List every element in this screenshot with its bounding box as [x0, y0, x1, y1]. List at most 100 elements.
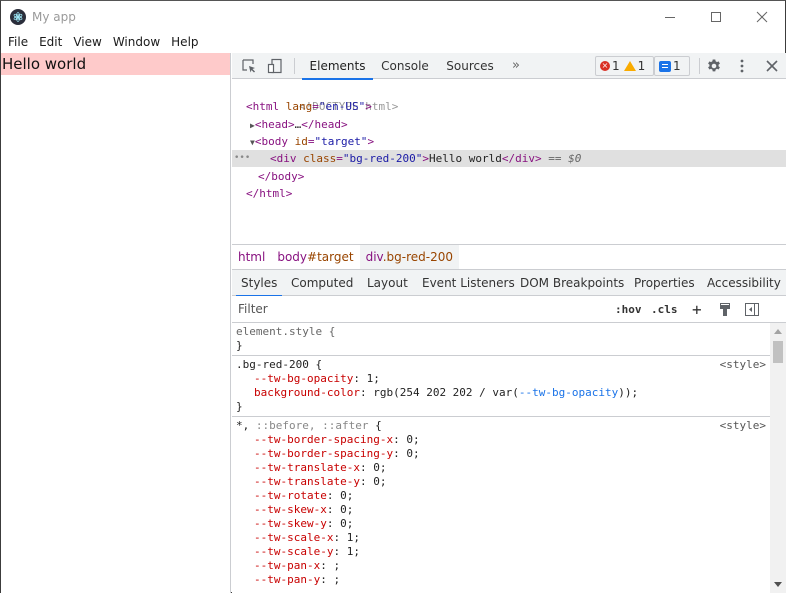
issues-counter[interactable]: × 1 1 [595, 56, 655, 76]
app-window: My app File Edit View Window Help Hello … [0, 0, 786, 593]
styles-filter-input[interactable] [234, 299, 604, 319]
css-declaration[interactable]: --tw-rotate: 0; [236, 489, 770, 503]
style-rule-universal[interactable]: <style> *, ::before, ::after { --tw-bord… [232, 417, 770, 589]
breadcrumb-body[interactable]: body#target [271, 245, 359, 269]
settings-button[interactable] [704, 53, 724, 79]
message-count: 1 [673, 59, 681, 73]
colon: : [359, 461, 367, 474]
rule-source-link[interactable]: <style> [720, 419, 766, 432]
page-viewport: Hello world [1, 53, 231, 593]
inspect-element-button[interactable] [239, 53, 259, 79]
tab-sources[interactable]: Sources [442, 53, 498, 79]
css-property[interactable]: --tw-bg-opacity [236, 372, 353, 385]
css-declaration[interactable]: --tw-translate-y: 0; [236, 475, 770, 489]
menu-view[interactable]: View [73, 35, 101, 49]
css-property[interactable]: --tw-skew-x [236, 503, 327, 516]
menu-file[interactable]: File [8, 35, 28, 49]
tree-node-head[interactable]: ▶<head>…</head> [232, 116, 786, 133]
new-style-rule-button[interactable]: + [692, 296, 702, 323]
css-declaration[interactable]: --tw-border-spacing-y: 0; [236, 447, 770, 461]
style-rule-bg-red-200[interactable]: <style> .bg-red-200 { --tw-bg-opacity: 1… [232, 356, 770, 417]
hover-state-toggle[interactable]: :hov [615, 296, 642, 323]
menu-help[interactable]: Help [171, 35, 198, 49]
breadcrumb-html[interactable]: html [232, 245, 271, 269]
tree-node-html[interactable]: <html lang="en-US"> [232, 98, 786, 115]
messages-counter[interactable]: 1 [654, 56, 690, 76]
css-property[interactable]: --tw-scale-x [236, 531, 333, 544]
css-declaration[interactable]: --tw-border-spacing-x: 0; [236, 433, 770, 447]
css-declaration[interactable]: --tw-pan-x: ; [236, 559, 770, 573]
css-property[interactable]: --tw-translate-y [236, 475, 360, 488]
css-declaration[interactable]: --tw-skew-y: 0; [236, 517, 770, 531]
subtab-properties[interactable]: Properties [634, 270, 695, 296]
close-devtools-button[interactable] [762, 53, 782, 79]
colon: : [393, 433, 400, 446]
css-declaration[interactable]: --tw-translate-x: 0; [236, 461, 770, 475]
node-actions-icon[interactable]: ••• [234, 150, 250, 167]
css-declaration[interactable]: --tw-scale-x: 1; [236, 531, 770, 545]
menu-window[interactable]: Window [113, 35, 160, 49]
tree-node-body[interactable]: ▼<body id="target"> [232, 133, 786, 150]
css-value[interactable]: 0; [367, 475, 386, 488]
css-value[interactable]: 0; [333, 517, 353, 530]
css-declaration[interactable]: --tw-skew-x: 0; [236, 503, 770, 517]
css-value[interactable]: 0; [400, 447, 419, 460]
tree-node-div-selected[interactable]: ••• <div class="bg-red-200">Hello world</… [232, 150, 786, 167]
css-value[interactable]: ; [327, 559, 340, 572]
css-property[interactable]: --tw-skew-y [236, 517, 327, 530]
paint-brush-button[interactable] [718, 302, 732, 317]
css-declaration[interactable]: --tw-pan-y: ; [236, 573, 770, 587]
maximize-button[interactable] [693, 1, 739, 32]
css-property[interactable]: --tw-border-spacing-x [236, 433, 393, 446]
css-property[interactable]: background-color [236, 386, 360, 399]
device-icon [267, 58, 282, 74]
scroll-up-arrow-icon[interactable] [774, 329, 782, 334]
css-property[interactable]: --tw-translate-x [236, 461, 360, 474]
tab-elements[interactable]: Elements [302, 53, 373, 80]
more-tabs-button[interactable]: » [508, 53, 524, 79]
style-rule-element[interactable]: element.style { } [232, 323, 770, 356]
css-value[interactable]: 1; [340, 531, 360, 544]
close-window-button[interactable] [739, 1, 785, 32]
css-declaration[interactable]: --tw-scale-y: 1; [236, 545, 770, 559]
css-value[interactable]: 0; [367, 461, 386, 474]
css-value[interactable]: ; [327, 573, 340, 586]
menu-edit[interactable]: Edit [39, 35, 62, 49]
css-property[interactable]: --tw-rotate [236, 489, 327, 502]
subtab-event-listeners[interactable]: Event Listeners [422, 270, 515, 296]
tree-node-html-close[interactable]: </html> [232, 185, 786, 202]
css-property[interactable]: --tw-border-spacing-y [236, 447, 393, 460]
colon: : [320, 573, 327, 586]
inspect-cursor-icon [242, 59, 255, 73]
subtab-accessibility[interactable]: Accessibility [707, 270, 781, 296]
css-value[interactable]: 0; [333, 489, 353, 502]
scroll-down-arrow-icon[interactable] [774, 582, 782, 587]
class-toggle[interactable]: .cls [651, 296, 678, 323]
css-value[interactable]: 1; [340, 545, 360, 558]
tab-console[interactable]: Console [378, 53, 432, 79]
css-property[interactable]: --tw-pan-x [236, 559, 320, 572]
css-property[interactable]: --tw-scale-y [236, 545, 333, 558]
more-options-button[interactable] [732, 53, 752, 79]
subtab-computed[interactable]: Computed [291, 270, 353, 296]
css-property[interactable]: --tw-pan-y [236, 573, 320, 586]
scrollbar-thumb[interactable] [773, 341, 783, 363]
tree-node-body-close[interactable]: </body> [232, 168, 786, 185]
rule-source-link[interactable]: <style> [720, 358, 766, 371]
subtab-styles[interactable]: Styles [235, 270, 283, 297]
toolbar-divider [294, 58, 295, 74]
device-toolbar-button[interactable] [265, 53, 285, 79]
styles-pane: element.style { } <style> .bg-red-200 { … [232, 323, 770, 593]
toggle-sidebar-button[interactable] [744, 302, 760, 317]
styles-scrollbar[interactable] [770, 323, 786, 593]
css-value[interactable]: 0; [333, 503, 353, 516]
subtab-dom-breakpoints[interactable]: DOM Breakpoints [520, 270, 624, 296]
warning-icon [623, 61, 636, 71]
subtab-layout[interactable]: Layout [367, 270, 408, 296]
minimize-icon [665, 16, 675, 18]
minimize-button[interactable] [647, 1, 693, 32]
tree-node-doctype[interactable]: <!DOCTYPE html> [232, 81, 786, 113]
css-value[interactable]: 0; [400, 433, 419, 446]
breadcrumb-div[interactable]: div.bg-red-200 [359, 245, 459, 269]
kebab-menu-icon [740, 59, 744, 73]
